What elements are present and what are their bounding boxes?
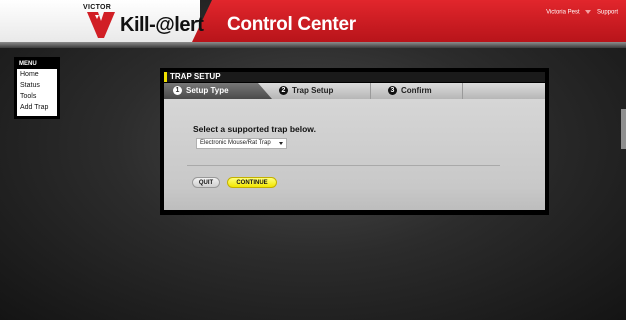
support-link[interactable]: Support xyxy=(597,10,618,16)
step-setup-type: 1 Setup Type xyxy=(173,86,229,96)
menu-item-tools[interactable]: Tools xyxy=(17,91,57,102)
user-name-link[interactable]: Victoria Pest xyxy=(546,10,580,16)
step-trap-setup: 2 Trap Setup xyxy=(279,86,333,96)
step-number-badge: 1 xyxy=(173,86,182,95)
menu-heading: MENU xyxy=(17,60,57,69)
dropdown-arrow-icon[interactable] xyxy=(584,9,592,15)
trap-type-select[interactable]: Electronic Mouse/Rat Trap xyxy=(196,138,287,149)
step-label: Trap Setup xyxy=(292,86,334,95)
step-label: Confirm xyxy=(401,86,432,95)
side-menu: MENU Home Status Tools Add Trap xyxy=(14,57,60,119)
trap-type-value: Electronic Mouse/Rat Trap xyxy=(200,140,271,146)
quit-button[interactable]: QUIT xyxy=(192,177,220,188)
user-links: Victoria Pest Support xyxy=(546,9,618,16)
brand-logo-text: Kill-@lert xyxy=(120,14,204,36)
menu-item-status[interactable]: Status xyxy=(17,80,57,91)
side-scroll-tab[interactable] xyxy=(621,109,626,149)
step-label: Setup Type xyxy=(186,86,229,95)
trap-select-prompt: Select a supported trap below. xyxy=(193,124,316,134)
victor-logo-icon xyxy=(87,12,115,38)
header: VICTOR Kill-@lert Control Center Victori… xyxy=(0,0,626,48)
content-divider xyxy=(187,165,500,166)
trap-setup-panel: TRAP SETUP 1 Setup Type 2 Trap Setup 3 Conf… xyxy=(160,68,549,215)
app-title: Control Center xyxy=(227,14,356,35)
step-number-badge: 3 xyxy=(388,86,397,95)
menu-item-home[interactable]: Home xyxy=(17,69,57,80)
panel-title: TRAP SETUP xyxy=(164,72,545,82)
menu-item-add-trap[interactable]: Add Trap xyxy=(17,102,57,113)
step-confirm: 3 Confirm xyxy=(388,86,432,96)
header-underbar xyxy=(0,42,626,48)
step-number-badge: 2 xyxy=(279,86,288,95)
step-divider xyxy=(462,83,463,99)
step-progress-bar: 1 Setup Type 2 Trap Setup 3 Confirm xyxy=(164,83,545,99)
step-divider xyxy=(370,83,371,99)
continue-button[interactable]: CONTINUE xyxy=(227,177,277,188)
chevron-down-icon xyxy=(279,142,283,145)
panel-content: Select a supported trap below. Electroni… xyxy=(164,99,545,210)
